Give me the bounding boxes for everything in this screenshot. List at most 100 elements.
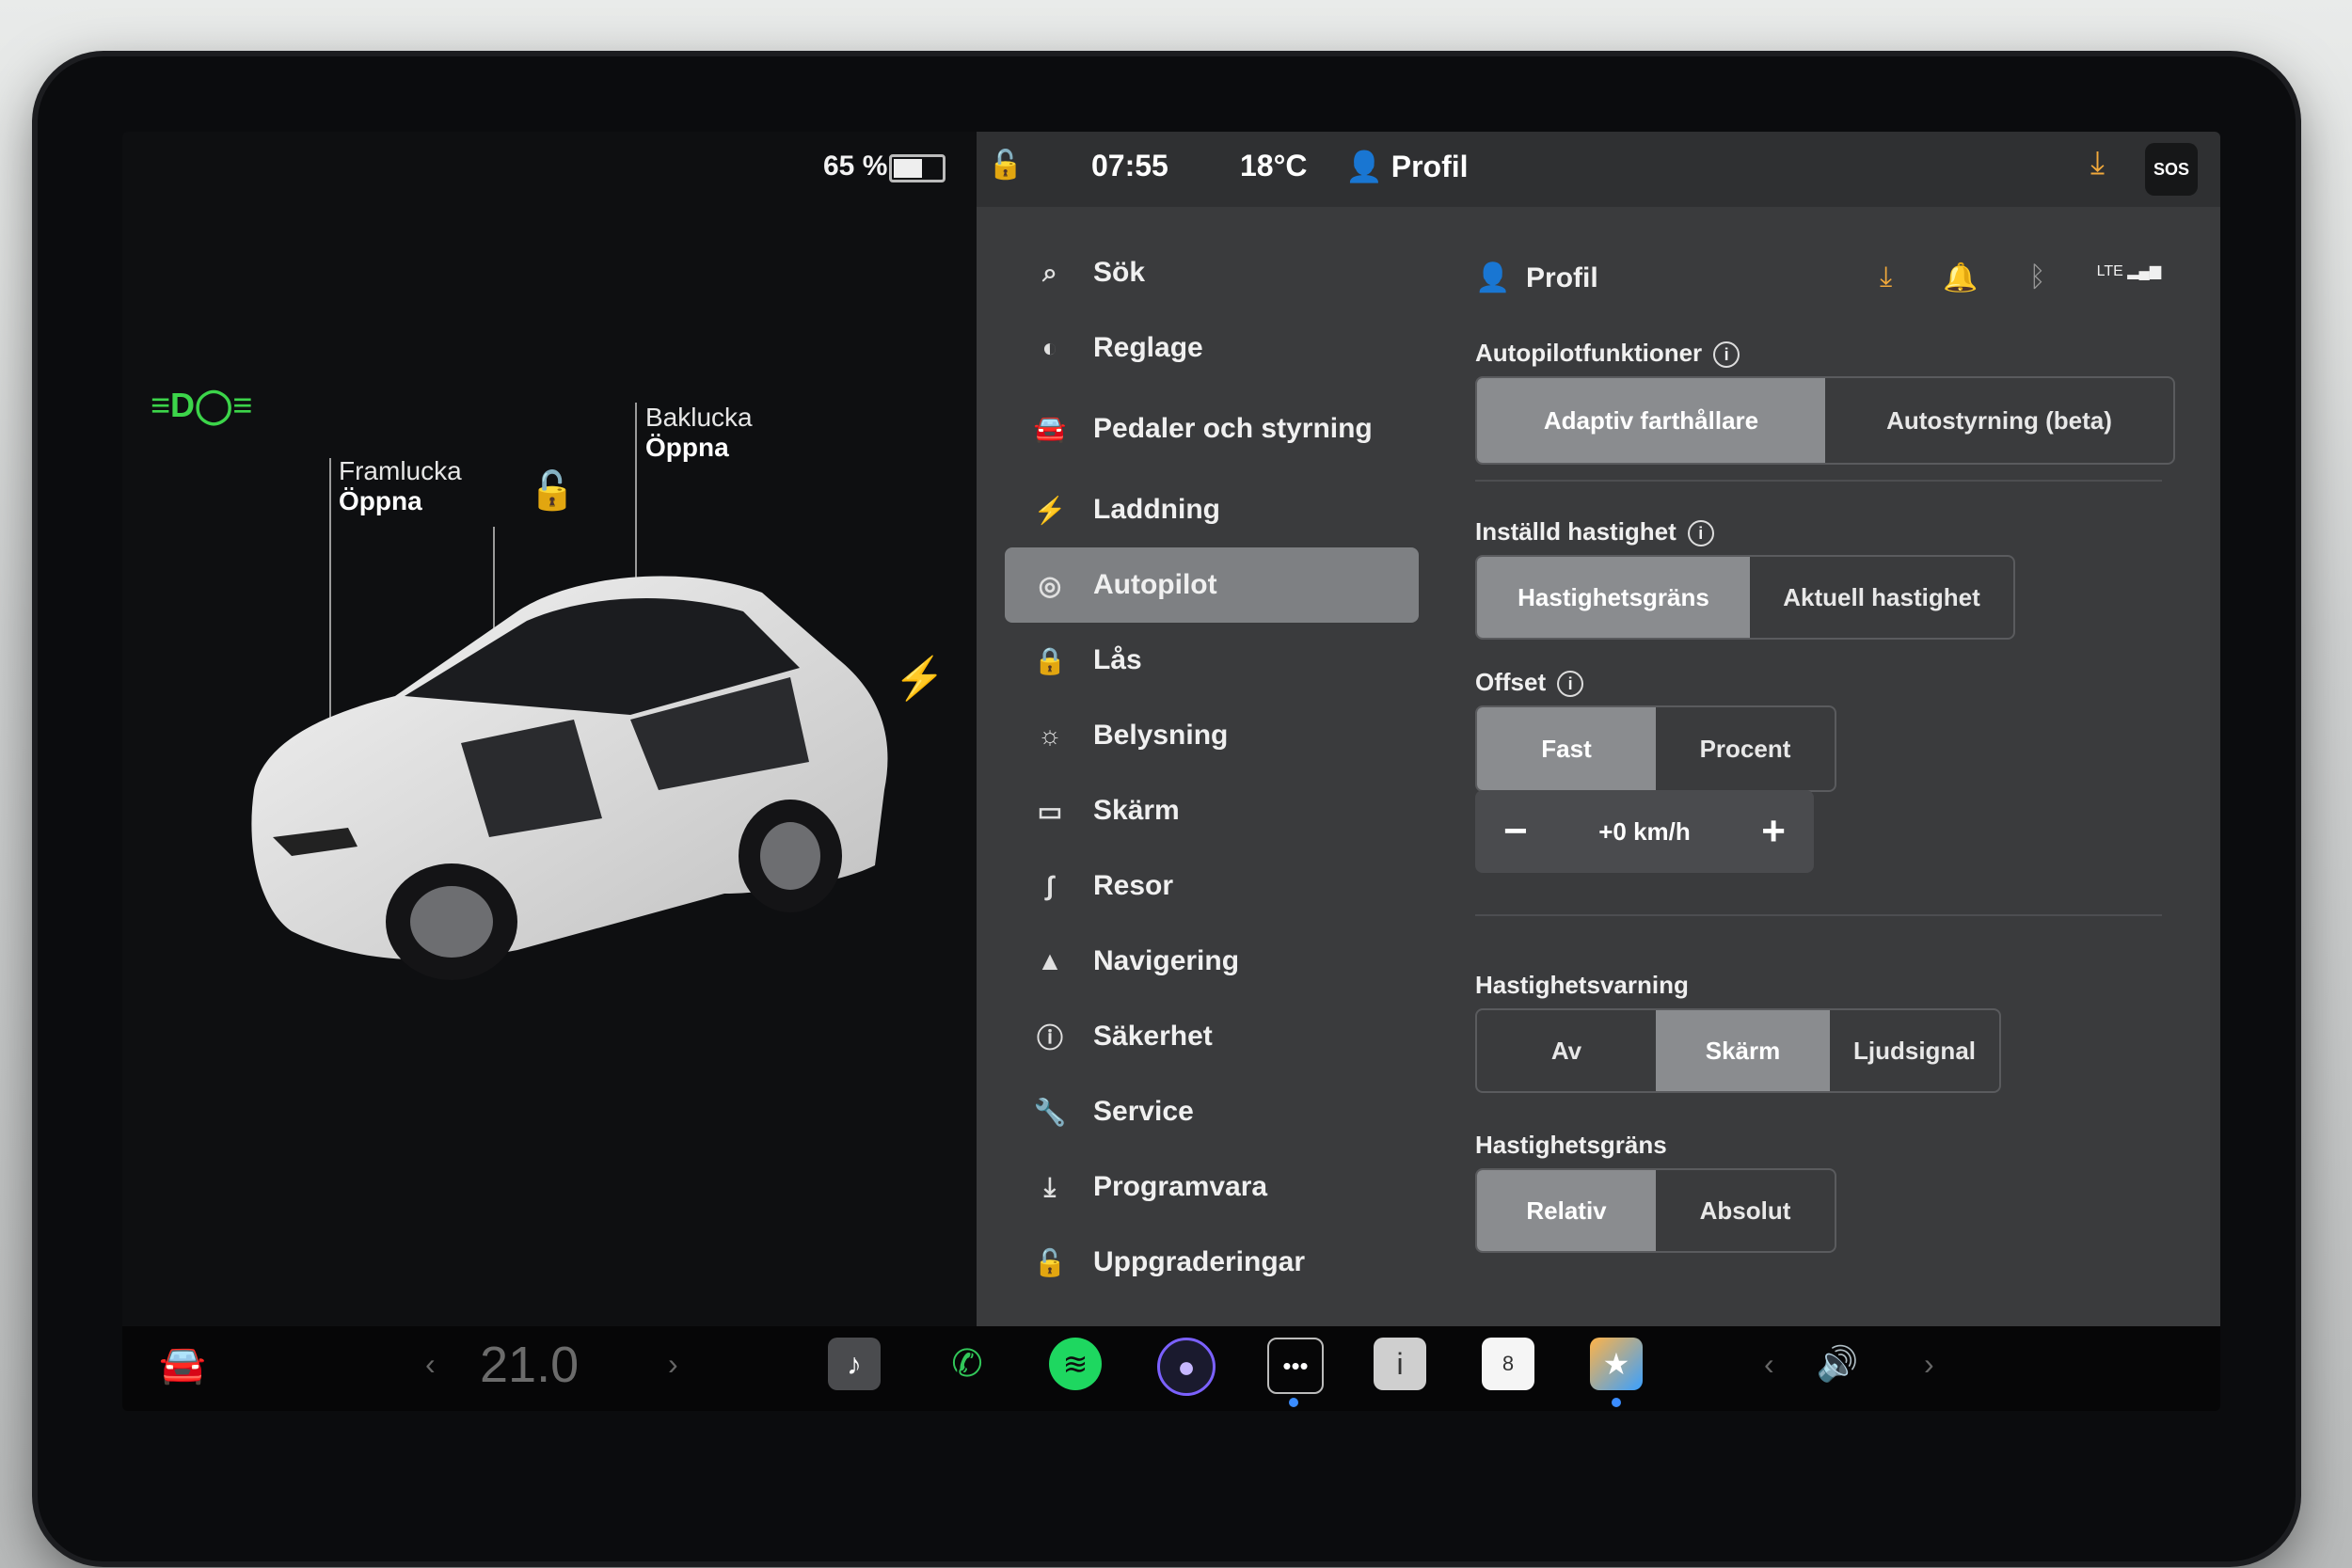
set-speed-selector: Hastighetsgräns Aktuell hastighet <box>1475 555 2015 640</box>
speed-warning-selector: Av Skärm Ljudsignal <box>1475 1008 2001 1093</box>
option-autostyrning-beta-[interactable]: Autostyrning (beta) <box>1825 378 2173 463</box>
car-icon[interactable]: 🚘 <box>156 1338 209 1390</box>
menu-item-lås[interactable]: 🔒 Lås <box>1005 623 1419 698</box>
trips-icon: ∫ <box>1046 871 1054 900</box>
menu-item-navigering[interactable]: ▲ Navigering <box>1005 924 1419 999</box>
padlock-icon[interactable]: 🔓 <box>988 149 1023 182</box>
temp-down-arrow[interactable]: ‹ <box>425 1347 436 1382</box>
offset-title: Offset i <box>1475 668 1584 698</box>
autopilot-features-title: Autopilotfunktioner i <box>1475 339 1740 369</box>
menu-item-label: Säkerhet <box>1093 1021 1213 1052</box>
option-ljudsignal[interactable]: Ljudsignal <box>1830 1010 1999 1091</box>
car-image <box>251 576 888 980</box>
content-profile-button[interactable]: 👤 Profil <box>1475 261 1598 294</box>
profile-label: Profil <box>1391 150 1469 183</box>
menu-item-programvara[interactable]: ⤓ Programvara <box>1005 1149 1419 1225</box>
phone-icon[interactable]: ✆ <box>941 1338 993 1390</box>
camera-icon[interactable]: ● <box>1157 1338 1216 1396</box>
settings-panel: ⌕ Sök ◐ Reglage 🚘 Pedaler och styrning ⚡ Laddni… <box>977 207 2220 1326</box>
rear-trunk-control[interactable]: Baklucka Öppna <box>645 403 753 463</box>
option-skärm[interactable]: Skärm <box>1656 1010 1830 1091</box>
option-adaptiv-farthållare[interactable]: Adaptiv farthållare <box>1477 378 1825 463</box>
option-absolut[interactable]: Absolut <box>1656 1170 1835 1251</box>
touchscreen: 65 % ≡D◯≡ Framlucka Öppna Baklucka Öppna… <box>122 132 2220 1411</box>
manual-icon[interactable]: i <box>1374 1338 1426 1390</box>
option-relativ[interactable]: Relativ <box>1477 1170 1656 1251</box>
bluetooth-icon[interactable]: ᛒ <box>2029 261 2046 294</box>
sun-icon: ☼ <box>1038 721 1062 750</box>
speed-limit-title: Hastighetsgräns <box>1475 1131 1667 1159</box>
download-icon: ⤓ <box>1043 1171 1057 1201</box>
menu-item-label: Sök <box>1093 257 1146 288</box>
menu-item-label: Lås <box>1093 644 1142 675</box>
info-icon[interactable]: i <box>1687 520 1714 547</box>
search-icon: ⌕ <box>1042 257 1057 287</box>
volume-icon[interactable]: 🔊 <box>1811 1338 1864 1390</box>
rear-trunk-open[interactable]: Öppna <box>645 433 753 463</box>
map-strip: 🔓 07:55 18°C 👤 Profil ⤓ SOS <box>977 132 2220 207</box>
bolt-icon: ⚡ <box>1033 495 1067 525</box>
unlock-icon[interactable]: 🔓 <box>529 468 576 513</box>
menu-item-sök[interactable]: ⌕ Sök <box>1005 235 1419 310</box>
safety-icon: ⓘ <box>1036 1023 1063 1053</box>
decrease-button[interactable]: − <box>1503 808 1528 855</box>
toybox-icon[interactable]: ★ <box>1590 1338 1643 1390</box>
offset-value: +0 km/h <box>1598 816 1691 846</box>
person-icon: 👤 <box>1475 262 1511 293</box>
offset-stepper: − +0 km/h + <box>1475 790 1814 873</box>
volume-up-arrow[interactable]: › <box>1924 1347 1934 1382</box>
download-icon[interactable]: ⤓ <box>2090 145 2105 182</box>
option-av[interactable]: Av <box>1477 1010 1656 1091</box>
menu-item-label: Reglage <box>1093 332 1203 363</box>
spotify-icon[interactable]: ≋ <box>1049 1338 1102 1390</box>
header-icons: ⤓ 🔔 ᛒ LTE ▂▄▆ <box>1880 261 2161 294</box>
navigation-icon: ▲ <box>1037 946 1063 975</box>
charge-port-icon[interactable]: ⚡ <box>894 654 946 703</box>
temp-up-arrow[interactable]: › <box>668 1347 678 1382</box>
menu-item-skärm[interactable]: ▭ Skärm <box>1005 773 1419 848</box>
music-icon[interactable]: ♪ <box>828 1338 881 1390</box>
menu-item-säkerhet[interactable]: ⓘ Säkerhet <box>1005 999 1419 1074</box>
info-icon[interactable]: i <box>1713 341 1740 369</box>
person-icon: 👤 <box>1345 150 1383 183</box>
rear-trunk-label: Baklucka <box>645 403 753 432</box>
front-trunk-open[interactable]: Öppna <box>339 486 462 516</box>
bell-icon[interactable]: 🔔 <box>1943 261 1978 294</box>
menu-item-laddning[interactable]: ⚡ Laddning <box>1005 472 1419 547</box>
info-icon[interactable]: i <box>1557 671 1584 698</box>
cabin-temperature[interactable]: 21.0 <box>480 1336 579 1394</box>
option-hastighetsgräns[interactable]: Hastighetsgräns <box>1477 557 1750 638</box>
option-procent[interactable]: Procent <box>1656 707 1835 790</box>
clock: 07:55 <box>1091 149 1168 182</box>
front-trunk-control[interactable]: Framlucka Öppna <box>339 456 462 516</box>
menu-item-service[interactable]: 🔧 Service <box>1005 1074 1419 1149</box>
speed-warning-title: Hastighetsvarning <box>1475 971 1689 999</box>
battery-percent: 65 % <box>823 150 888 182</box>
menu-item-label: Laddning <box>1093 494 1220 525</box>
car-icon: 🚘 <box>1033 414 1067 443</box>
speed-limit-selector: Relativ Absolut <box>1475 1168 1836 1253</box>
menu-item-uppgraderingar[interactable]: 🔓 Uppgraderingar <box>1005 1225 1419 1300</box>
calendar-day: 8 <box>1502 1352 1515 1375</box>
calendar-icon[interactable]: 8 <box>1482 1338 1534 1390</box>
more-apps-icon[interactable]: ••• <box>1267 1338 1324 1394</box>
menu-item-resor[interactable]: ∫ Resor <box>1005 848 1419 924</box>
download-icon[interactable]: ⤓ <box>1880 261 1892 294</box>
toggle-icon: ◐ <box>1041 333 1058 362</box>
menu-item-autopilot[interactable]: ◎ Autopilot <box>1005 547 1419 623</box>
battery-icon <box>889 154 946 182</box>
volume-down-arrow[interactable]: ‹ <box>1764 1347 1774 1382</box>
option-fast[interactable]: Fast <box>1477 707 1656 790</box>
steering-wheel-icon: ◎ <box>1038 570 1062 600</box>
profile-button[interactable]: 👤 Profil <box>1345 149 1469 184</box>
menu-item-pedaler-och-styrning[interactable]: 🚘 Pedaler och styrning <box>1005 386 1419 472</box>
option-aktuell-hastighet[interactable]: Aktuell hastighet <box>1750 557 2013 638</box>
menu-item-label: Resor <box>1093 870 1174 901</box>
outside-temperature: 18°C <box>1240 149 1308 182</box>
menu-item-reglage[interactable]: ◐ Reglage <box>1005 310 1419 386</box>
increase-button[interactable]: + <box>1761 808 1786 855</box>
bottom-dock: 🚘 ‹ 21.0 › ♪ ✆ ≋ ● ••• i 8 ★ ‹ 🔊 › <box>122 1326 2220 1411</box>
sos-button[interactable]: SOS <box>2145 143 2198 196</box>
menu-item-belysning[interactable]: ☼ Belysning <box>1005 698 1419 773</box>
menu-item-label: Skärm <box>1093 795 1180 826</box>
